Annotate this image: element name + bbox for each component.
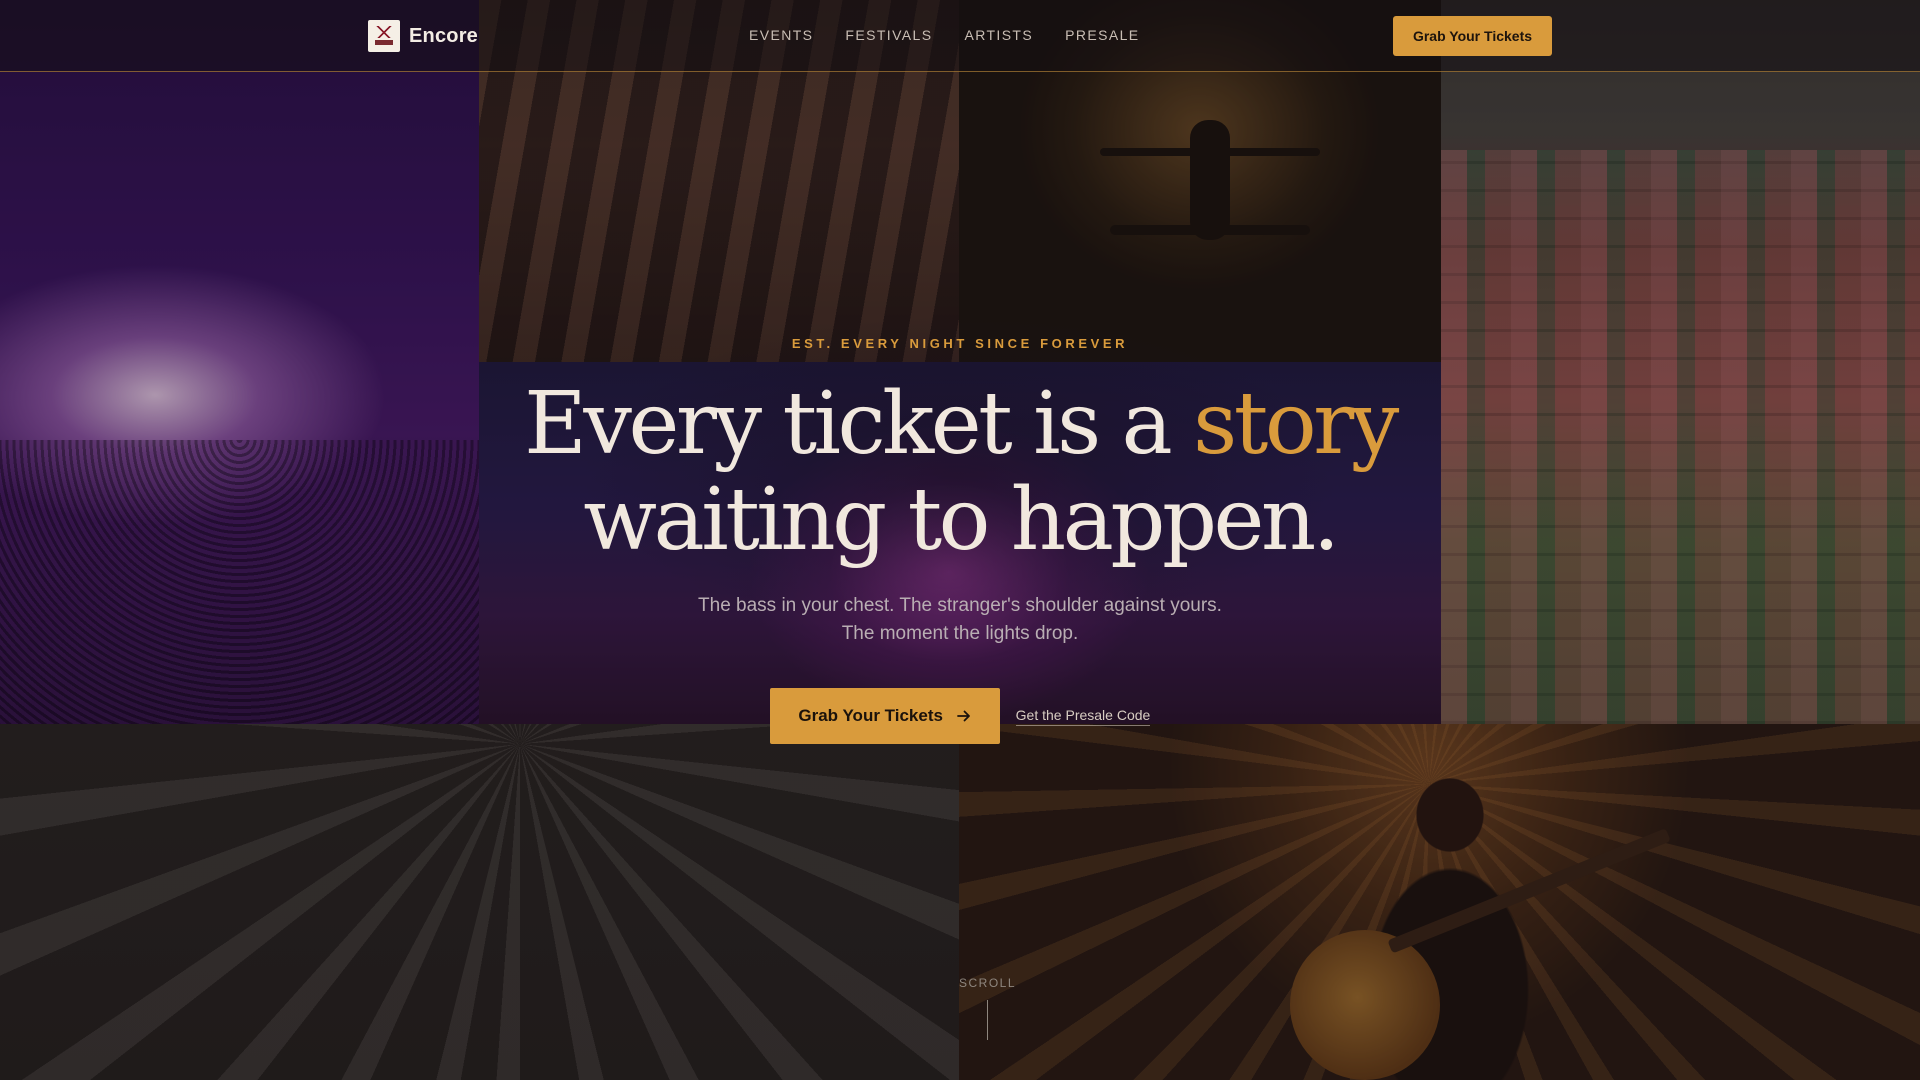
header-tickets-button[interactable]: Grab Your Tickets [1393,16,1552,56]
nav-item-events[interactable]: EVENTS [749,27,813,43]
site-header: Encore EVENTS FESTIVALS ARTISTS PRESALE … [0,0,1920,72]
hero-subtitle: The bass in your chest. The stranger's s… [479,592,1441,648]
brand[interactable]: Encore [368,20,478,52]
scroll-indicator[interactable]: SCROLL [940,976,1035,1040]
main-nav: EVENTS FESTIVALS ARTISTS PRESALE [749,27,1140,43]
headline-part-2: waiting to happen. [583,470,1340,570]
brand-logo-icon [368,20,400,52]
hero-eyebrow: EST. EVERY NIGHT SINCE FOREVER [791,336,1129,351]
hero-subtitle-line-2: The moment the lights drop. [841,623,1079,644]
nav-item-presale[interactable]: PRESALE [1065,27,1139,43]
presale-code-link[interactable]: Get the Presale Code [1015,707,1151,726]
scroll-label: SCROLL [958,976,1017,990]
hero-subtitle-line-1: The bass in your chest. The stranger's s… [698,595,1222,616]
nav-item-artists[interactable]: ARTISTS [964,27,1033,43]
headline-accent: story [1193,374,1399,474]
scroll-line [987,1000,988,1040]
arrow-right-icon [957,710,970,722]
hero-headline: Every ticket is a story waiting to happe… [479,376,1441,568]
hero-actions: Grab Your Tickets Get the Presale Code [479,688,1441,744]
grab-tickets-button[interactable]: Grab Your Tickets [769,688,1000,744]
brand-name: Encore [409,24,479,47]
grab-tickets-label: Grab Your Tickets [798,706,943,725]
nav-item-festivals[interactable]: FESTIVALS [845,27,932,43]
headline-part-1: Every ticket is a [524,374,1194,474]
